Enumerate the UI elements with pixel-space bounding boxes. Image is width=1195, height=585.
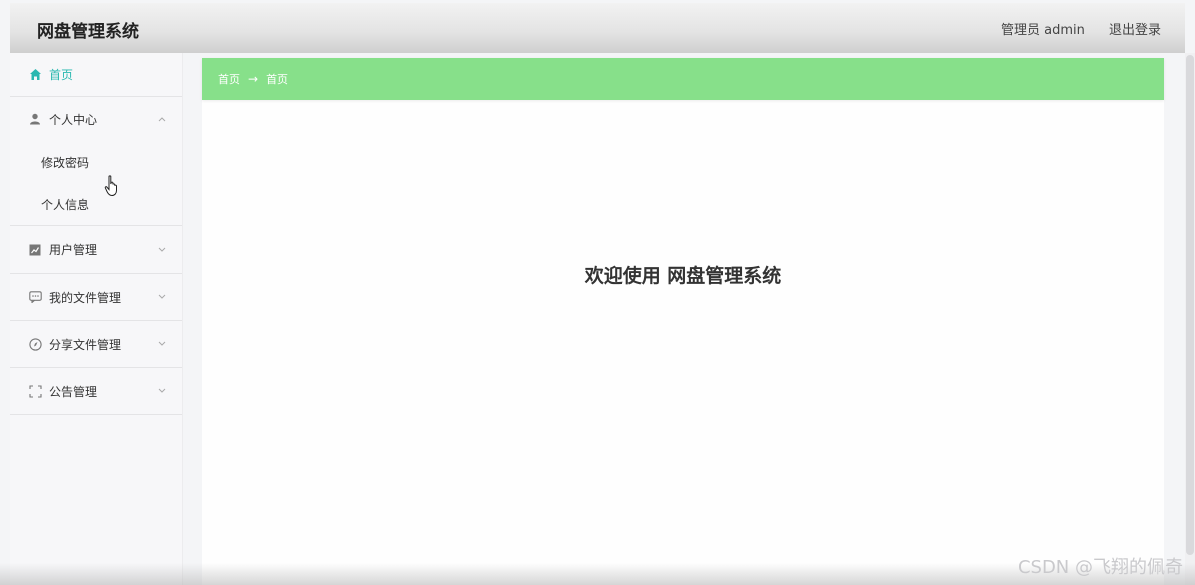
- bottom-shade: [0, 563, 1195, 585]
- chevron-down-icon: [158, 339, 166, 349]
- scrollbar-thumb[interactable]: [1186, 55, 1194, 555]
- current-user-label: 管理员 admin: [1000, 23, 1085, 38]
- chart-icon: [28, 243, 42, 257]
- sidebar-item-label: 用户管理: [49, 243, 98, 257]
- user-icon: [28, 112, 42, 126]
- sidebar-item-my-files[interactable]: 我的文件管理: [10, 274, 182, 321]
- sidebar-item-label: 首页: [49, 68, 74, 82]
- sidebar-subitem-profile[interactable]: 个人信息: [10, 183, 182, 225]
- compass-icon: [28, 337, 42, 351]
- sidebar-subitem-change-password[interactable]: 修改密码: [10, 141, 182, 183]
- sidebar: 首页 个人中心 修改密码 个人信息 用户管理 我的文件管理 分享文件管理 公告管…: [10, 53, 183, 585]
- breadcrumb: 首页 → 首页: [202, 58, 1164, 100]
- hand-cursor-icon: [104, 175, 117, 197]
- fullscreen-icon: [28, 384, 42, 398]
- arrow-right-icon: →: [248, 72, 259, 86]
- sidebar-item-personal-center[interactable]: 个人中心: [10, 97, 182, 141]
- sidebar-group-personal: 个人中心 修改密码 个人信息: [10, 97, 182, 226]
- sidebar-item-shared-files[interactable]: 分享文件管理: [10, 321, 182, 368]
- sidebar-item-announcements[interactable]: 公告管理: [10, 368, 182, 415]
- home-icon: [28, 68, 42, 82]
- breadcrumb-current: 首页: [266, 73, 289, 86]
- main-content: 首页 → 首页 欢迎使用 网盘管理系统: [202, 58, 1164, 585]
- chevron-down-icon: [158, 386, 166, 396]
- chevron-down-icon: [158, 245, 166, 255]
- chevron-down-icon: [158, 292, 166, 302]
- watermark: CSDN @飞翔的佩奇: [1017, 557, 1183, 578]
- chevron-up-icon: [158, 114, 166, 124]
- top-header: 网盘管理系统 管理员 admin 退出登录: [10, 3, 1185, 53]
- chat-icon: [28, 290, 42, 304]
- user-area: 管理员 admin 退出登录: [981, 19, 1161, 38]
- app-title: 网盘管理系统: [37, 22, 139, 42]
- sidebar-item-label: 公告管理: [49, 384, 98, 399]
- sidebar-item-label: 分享文件管理: [49, 337, 122, 352]
- breadcrumb-root[interactable]: 首页: [218, 71, 240, 87]
- welcome-message: 欢迎使用 网盘管理系统: [584, 265, 782, 287]
- logout-button[interactable]: 退出登录: [1109, 23, 1161, 38]
- sidebar-item-home[interactable]: 首页: [10, 53, 182, 97]
- sidebar-item-label: 个人中心: [49, 112, 98, 127]
- sidebar-item-label: 我的文件管理: [49, 290, 122, 305]
- sidebar-item-user-management[interactable]: 用户管理: [10, 226, 182, 274]
